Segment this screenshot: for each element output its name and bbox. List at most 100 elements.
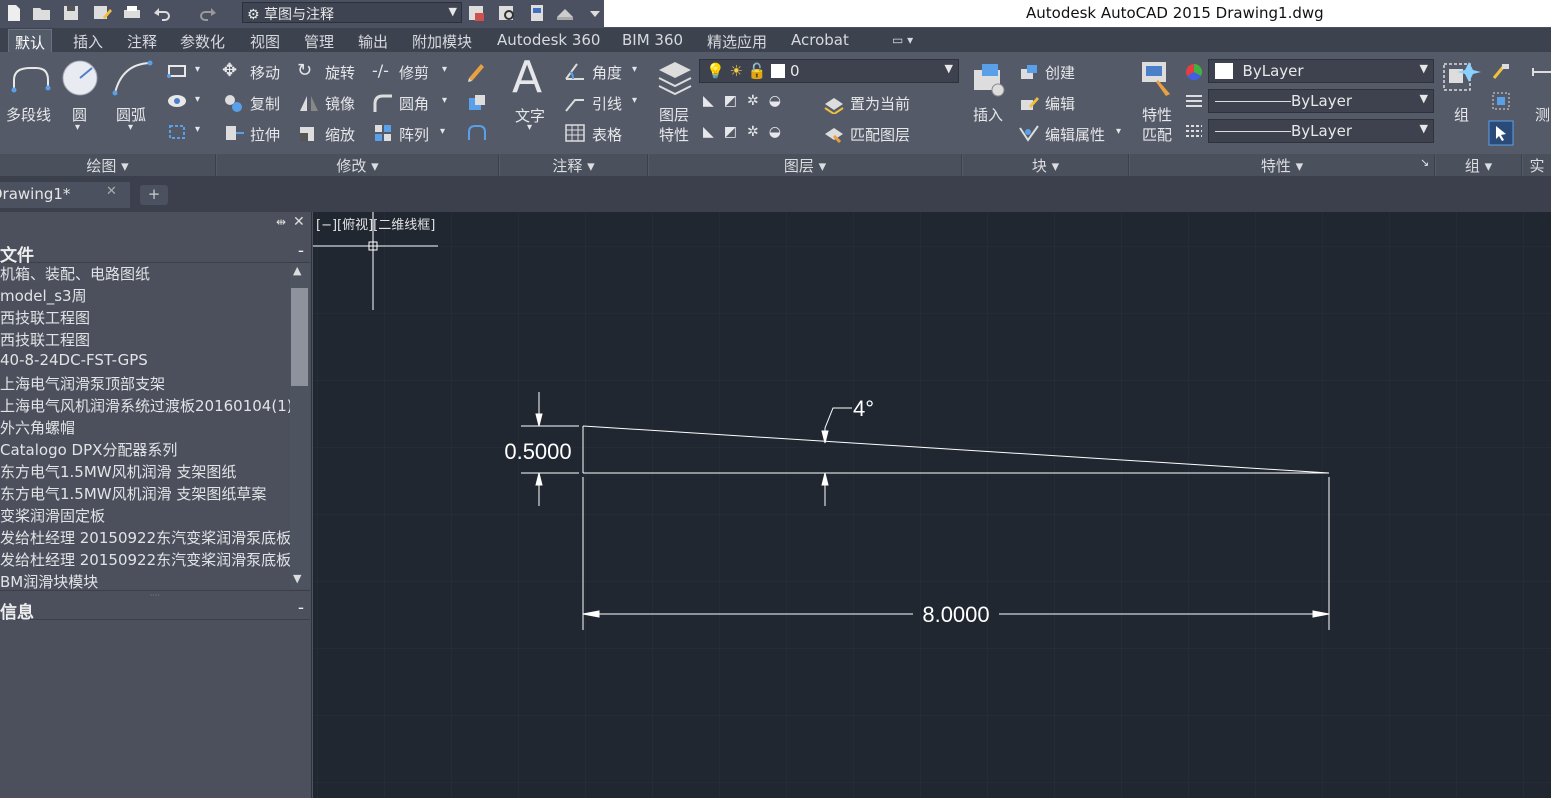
new-file-icon[interactable] <box>3 3 25 23</box>
mirror-button[interactable]: 镜像 <box>325 93 355 114</box>
tab-view[interactable]: 视图 <box>244 29 286 52</box>
linetype-icon[interactable] <box>1184 122 1204 142</box>
table-button[interactable]: 表格 <box>592 124 622 145</box>
fillet-button[interactable]: 圆角 <box>399 93 429 114</box>
rectangle-icon[interactable] <box>166 62 190 80</box>
copy-button[interactable]: 复制 <box>250 93 280 114</box>
offset-icon[interactable] <box>465 122 489 144</box>
annotation-panel-title[interactable]: 注释 ▾ <box>500 154 648 176</box>
redo-icon[interactable] <box>198 3 220 23</box>
match-properties-icon[interactable] <box>1138 58 1178 100</box>
list-item[interactable]: 东方电气1.5MW风机润滑 支架图纸 <box>0 461 236 482</box>
chevron-down-icon[interactable]: ▾ <box>75 122 80 133</box>
edit-button[interactable]: 编辑 <box>1045 93 1075 114</box>
group-selection-icon[interactable] <box>1488 120 1514 146</box>
rotate-icon[interactable]: ↻ <box>297 60 312 81</box>
collapse-icon[interactable]: - <box>298 598 304 618</box>
move-icon[interactable]: ✥ <box>222 60 237 81</box>
chevron-down-icon[interactable]: ▾ <box>440 126 445 137</box>
list-item[interactable]: 40-8-24DC-FST-GPS <box>0 351 148 369</box>
leader-button[interactable]: 引线 <box>592 93 622 114</box>
hatch-icon[interactable] <box>166 92 190 110</box>
scale-button[interactable]: 缩放 <box>325 124 355 145</box>
edit-attribute-button[interactable]: 编辑属性 <box>1045 124 1105 145</box>
copy-icon[interactable] <box>222 92 246 114</box>
array-icon[interactable] <box>372 122 396 144</box>
list-item[interactable]: 东方电气1.5MW风机润滑 支架图纸草案 <box>0 483 266 504</box>
erase-icon[interactable] <box>465 60 489 82</box>
set-current-icon[interactable] <box>822 92 846 114</box>
publish-icon[interactable] <box>466 3 488 23</box>
dialog-launcher-icon[interactable]: ↘ <box>1420 156 1429 169</box>
scroll-up-icon[interactable]: ▲ <box>293 264 301 277</box>
stretch-icon[interactable] <box>222 122 246 144</box>
match-layer-button[interactable]: 匹配图层 <box>850 124 910 145</box>
lineweight-icon[interactable] <box>1184 92 1204 112</box>
arc-icon[interactable] <box>110 58 154 98</box>
array-button[interactable]: 阵列 <box>399 124 429 145</box>
create-button[interactable]: 创建 <box>1045 62 1075 83</box>
autohide-icon[interactable]: ⇹ <box>276 215 286 229</box>
text-icon[interactable]: A <box>512 52 542 103</box>
angle-button[interactable]: 角度 <box>592 62 622 83</box>
scale-icon[interactable] <box>297 122 321 144</box>
tab-parametric[interactable]: 参数化 <box>174 29 231 52</box>
list-item[interactable]: 西技联工程图 <box>0 329 90 350</box>
tab-output[interactable]: 输出 <box>352 29 394 52</box>
group-icon[interactable] <box>1441 58 1481 100</box>
close-palette-icon[interactable]: ✕ <box>293 214 305 230</box>
open-file-icon[interactable] <box>31 3 53 23</box>
splitter-handle[interactable]: ···· <box>0 590 310 600</box>
rotate-button[interactable]: 旋转 <box>325 62 355 83</box>
new-tab-button[interactable]: + <box>140 185 168 205</box>
color-dropdown[interactable]: ByLayer ▼ <box>1208 59 1434 83</box>
block-panel-title[interactable]: 块 ▾ <box>963 154 1129 176</box>
tab-addins[interactable]: 附加模块 <box>406 29 478 52</box>
scrollbar-thumb[interactable] <box>291 288 308 386</box>
chevron-down-icon[interactable]: ▾ <box>442 64 447 75</box>
save-as-icon[interactable] <box>91 3 113 23</box>
angle-icon[interactable] <box>563 60 587 82</box>
list-item[interactable]: 外六角螺帽 <box>0 417 75 438</box>
close-icon[interactable]: ✕ <box>106 184 117 199</box>
draw-panel-title[interactable]: 绘图 ▾ <box>0 154 216 176</box>
list-item[interactable]: Catalogo DPX分配器系列 <box>0 439 177 460</box>
color-wheel-icon[interactable] <box>1184 62 1204 82</box>
explode-icon[interactable] <box>465 92 489 114</box>
collapse-icon[interactable]: - <box>298 241 304 261</box>
edit-block-icon[interactable] <box>1017 92 1041 114</box>
list-item[interactable]: BM润滑块模块 <box>0 571 98 589</box>
fillet-icon[interactable] <box>372 92 396 114</box>
layers-panel-title[interactable]: 图层 ▾ <box>649 154 962 176</box>
utilities-panel-title[interactable]: 实用 <box>1523 154 1551 196</box>
edit-attribute-icon[interactable] <box>1017 122 1041 144</box>
table-icon[interactable] <box>563 122 587 144</box>
stretch-button[interactable]: 拉伸 <box>250 124 280 145</box>
undo-icon[interactable] <box>150 3 172 23</box>
save-icon[interactable] <box>60 3 82 23</box>
viewport-controls[interactable]: [−][俯视][二维线框] <box>316 214 435 233</box>
chevron-down-icon[interactable]: ▾ <box>1116 126 1121 137</box>
tab-bim360[interactable]: BIM 360 <box>616 29 689 52</box>
move-button[interactable]: 移动 <box>250 62 280 83</box>
layer-dropdown[interactable]: 💡 ☀ 🔓 0 ▼ <box>699 59 959 83</box>
layer-tools-row-1[interactable]: ◣◩✲◒ <box>703 93 791 109</box>
tab-featured-apps[interactable]: 精选应用 <box>701 29 773 52</box>
list-item[interactable]: 机箱、装配、电路图纸 <box>0 263 150 284</box>
plot-icon[interactable] <box>554 3 576 23</box>
list-item[interactable]: 上海电气风机润滑系统过渡板20160104(1) <box>0 395 290 416</box>
tab-autodesk360[interactable]: Autodesk 360 <box>491 29 606 52</box>
chevron-down-icon[interactable]: ▾ <box>632 95 637 106</box>
match-layer-icon[interactable] <box>822 122 846 144</box>
linetype-dropdown[interactable]: ByLayer ▼ <box>1208 89 1434 113</box>
group-button[interactable]: 组 <box>1454 104 1469 125</box>
info-section-header[interactable]: 信息 - <box>0 598 310 623</box>
modify-panel-title[interactable]: 修改 ▾ <box>217 154 499 176</box>
angle-dimension-text[interactable]: 4° <box>853 396 874 421</box>
list-item[interactable]: model_s3周 <box>0 285 87 306</box>
trim-icon[interactable]: -/- <box>372 61 389 80</box>
measure-button[interactable]: 测 <box>1535 104 1550 125</box>
chevron-down-icon[interactable]: ▾ <box>128 122 133 133</box>
match-props-label-1[interactable]: 特性 <box>1142 104 1172 125</box>
leader-icon[interactable] <box>563 92 587 114</box>
